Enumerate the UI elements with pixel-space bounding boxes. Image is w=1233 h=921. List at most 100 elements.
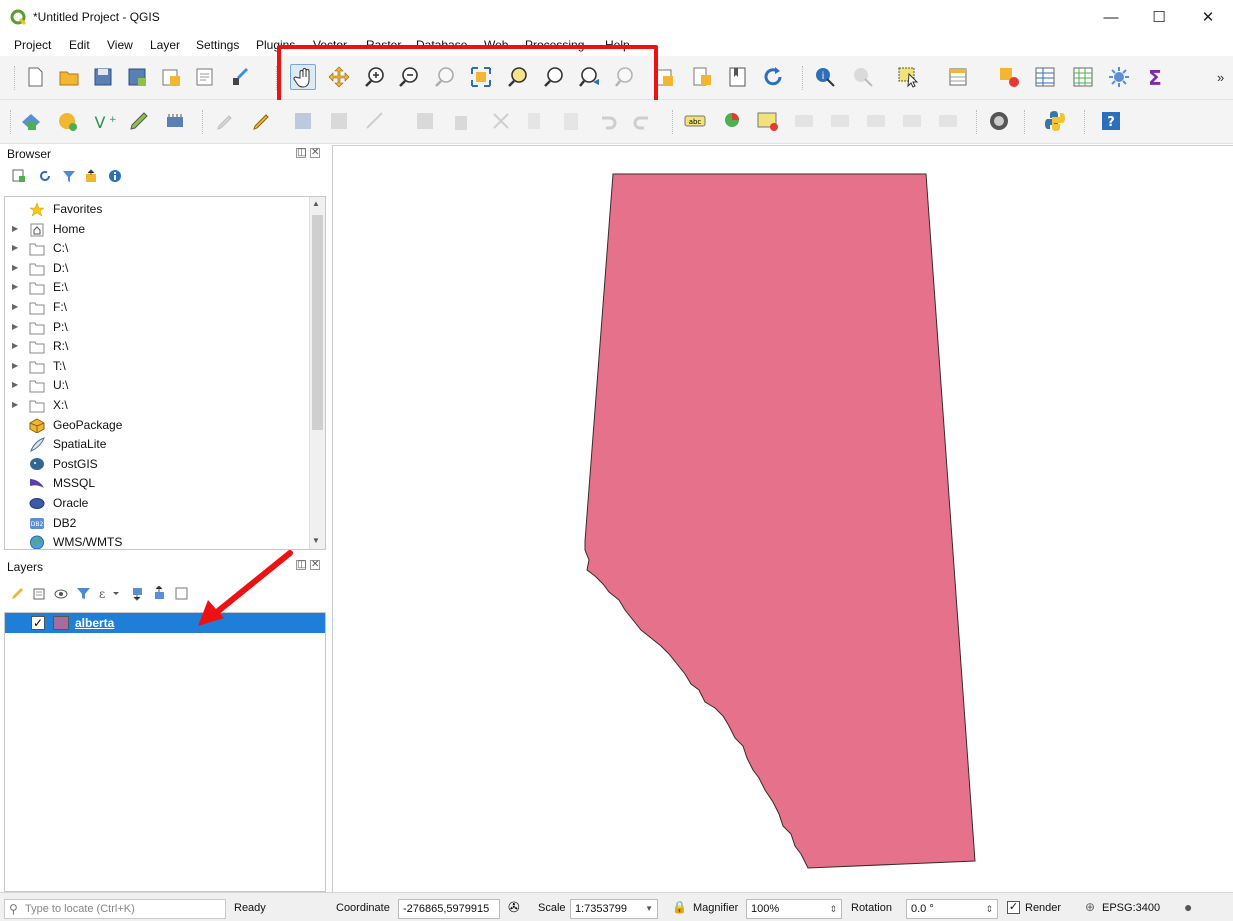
maximize-button[interactable]: ☐ xyxy=(1136,4,1182,32)
layer-visibility-checkbox[interactable]: ✓ xyxy=(31,616,45,630)
browser-item-favorites[interactable]: Favorites xyxy=(5,200,310,219)
menu-edit[interactable]: Edit xyxy=(69,38,90,52)
open-project-icon[interactable] xyxy=(56,64,82,90)
undo-icon[interactable] xyxy=(594,108,620,134)
close-button[interactable]: ✕ xyxy=(1185,4,1231,32)
new-project-icon[interactable] xyxy=(22,64,48,90)
browser-item-home[interactable]: ▶ Home xyxy=(5,220,310,239)
refresh-browser-icon[interactable] xyxy=(38,169,52,183)
menu-settings[interactable]: Settings xyxy=(196,38,239,52)
filter-expression-icon[interactable]: ε xyxy=(98,586,122,601)
menu-project[interactable]: Project xyxy=(14,38,51,52)
browser-item-postgis[interactable]: PostGIS xyxy=(5,455,310,474)
spin-arrows-icon[interactable]: ⇕ xyxy=(985,900,993,918)
toolbar-grip[interactable] xyxy=(1024,110,1027,134)
close-panel-icon[interactable]: ✕ xyxy=(310,148,320,158)
toolbar-grip[interactable] xyxy=(976,110,979,134)
lock-scale-icon[interactable]: 🔒 xyxy=(672,900,687,914)
layer-symbol-swatch[interactable] xyxy=(53,616,69,630)
delete-selected-icon[interactable] xyxy=(448,108,474,134)
browser-item-x[interactable]: ▶ X:\ xyxy=(5,396,310,415)
expand-arrow-icon[interactable]: ▶ xyxy=(12,361,18,370)
highlight-pinned-labels-icon[interactable] xyxy=(755,108,781,134)
style-panel-icon[interactable] xyxy=(10,586,25,601)
toggle-editing-icon[interactable] xyxy=(248,108,274,134)
new-bookmark-icon[interactable] xyxy=(725,64,751,90)
spin-arrows-icon[interactable]: ⇕ xyxy=(829,900,837,918)
scroll-down-icon[interactable]: ▼ xyxy=(312,536,320,545)
add-feature-icon[interactable] xyxy=(326,108,352,134)
browser-item-e[interactable]: ▶ E:\ xyxy=(5,278,310,297)
browser-item-u[interactable]: ▶ U:\ xyxy=(5,376,310,395)
filter-browser-icon[interactable] xyxy=(62,169,76,183)
map-canvas[interactable] xyxy=(332,145,1233,892)
remove-layer-icon[interactable] xyxy=(174,586,189,601)
messages-icon[interactable]: ● xyxy=(1184,899,1192,915)
expand-arrow-icon[interactable]: ▶ xyxy=(12,263,18,272)
open-attribute-table-icon[interactable] xyxy=(946,64,972,90)
alberta-polygon[interactable] xyxy=(584,173,976,869)
float-panel-icon[interactable]: ◫ xyxy=(296,148,306,158)
manage-themes-icon[interactable] xyxy=(54,586,69,601)
data-source-manager-icon[interactable] xyxy=(18,108,44,134)
browser-item-mssql[interactable]: MSSQL xyxy=(5,474,310,493)
filter-legend-icon[interactable] xyxy=(76,586,91,601)
close-panel-icon[interactable]: ✕ xyxy=(310,560,320,570)
globe-crs-icon[interactable]: ⊕ xyxy=(1085,900,1095,914)
expand-arrow-icon[interactable]: ▶ xyxy=(12,341,18,350)
toolbar-grip[interactable] xyxy=(1084,110,1087,134)
scroll-up-icon[interactable]: ▲ xyxy=(312,199,320,208)
add-group-icon[interactable] xyxy=(32,586,47,601)
magnifier-spinbox[interactable]: 100% ⇕ xyxy=(746,899,842,919)
refresh-icon[interactable] xyxy=(760,64,786,90)
pin-labels-icon[interactable] xyxy=(792,108,818,134)
redo-icon[interactable] xyxy=(630,108,656,134)
coordinate-field[interactable]: -276865,5979915 xyxy=(398,899,500,919)
vertex-tool-icon[interactable] xyxy=(362,108,388,134)
copy-features-icon[interactable] xyxy=(522,108,548,134)
menu-view[interactable]: View xyxy=(107,38,133,52)
identify-features-icon[interactable]: i xyxy=(812,64,838,90)
browser-item-d[interactable]: ▶ D:\ xyxy=(5,259,310,278)
move-label-icon[interactable] xyxy=(864,108,890,134)
toolbar-grip[interactable] xyxy=(202,110,205,134)
crs-label[interactable]: EPSG:3400 xyxy=(1102,902,1160,914)
rotate-label-icon[interactable] xyxy=(900,108,926,134)
toolbar-grip[interactable] xyxy=(802,66,805,90)
collapse-all-layers-icon[interactable] xyxy=(152,586,167,601)
new-print-layout-icon[interactable] xyxy=(158,64,184,90)
rotation-spinbox[interactable]: 0.0 ° ⇕ xyxy=(906,899,998,919)
save-edits-icon[interactable] xyxy=(290,108,316,134)
add-selected-layers-icon[interactable] xyxy=(12,169,26,183)
locate-search-box[interactable]: ⚲ Type to locate (Ctrl+K) xyxy=(4,899,226,919)
render-checkbox[interactable]: ✓ xyxy=(1007,901,1020,914)
modify-attributes-icon[interactable] xyxy=(412,108,438,134)
select-features-icon[interactable] xyxy=(896,64,922,90)
cut-features-icon[interactable] xyxy=(488,108,514,134)
deselect-all-icon[interactable] xyxy=(996,64,1022,90)
python-console-icon[interactable] xyxy=(1042,108,1068,134)
toolbar-grip[interactable] xyxy=(14,66,17,90)
new-3d-map-view-icon[interactable] xyxy=(690,64,716,90)
current-edits-icon[interactable] xyxy=(212,108,238,134)
layout-manager-icon[interactable] xyxy=(192,64,218,90)
save-project-icon[interactable] xyxy=(90,64,116,90)
browser-item-t[interactable]: ▶ T:\ xyxy=(5,357,310,376)
processing-toolbox-icon[interactable] xyxy=(1106,64,1132,90)
expand-arrow-icon[interactable]: ▶ xyxy=(12,224,18,233)
browser-scrollbar[interactable]: ▲ ▼ xyxy=(309,197,325,549)
statistical-summary-icon[interactable]: Σ xyxy=(1142,64,1168,90)
browser-item-p[interactable]: ▶ P:\ xyxy=(5,318,310,337)
mapswipe-icon[interactable] xyxy=(986,108,1012,134)
toolbar-grip[interactable] xyxy=(10,110,13,134)
collapse-all-icon[interactable] xyxy=(84,169,98,183)
browser-item-geopackage[interactable]: GeoPackage xyxy=(5,416,310,435)
gps-icon[interactable] xyxy=(162,108,188,134)
browser-item-oracle[interactable]: Oracle xyxy=(5,494,310,513)
field-calculator-icon[interactable] xyxy=(1070,64,1096,90)
properties-info-icon[interactable] xyxy=(108,169,122,183)
paste-features-icon[interactable] xyxy=(558,108,584,134)
expand-all-icon[interactable] xyxy=(130,586,145,601)
browser-item-f[interactable]: ▶ F:\ xyxy=(5,298,310,317)
expand-arrow-icon[interactable]: ▶ xyxy=(12,302,18,311)
